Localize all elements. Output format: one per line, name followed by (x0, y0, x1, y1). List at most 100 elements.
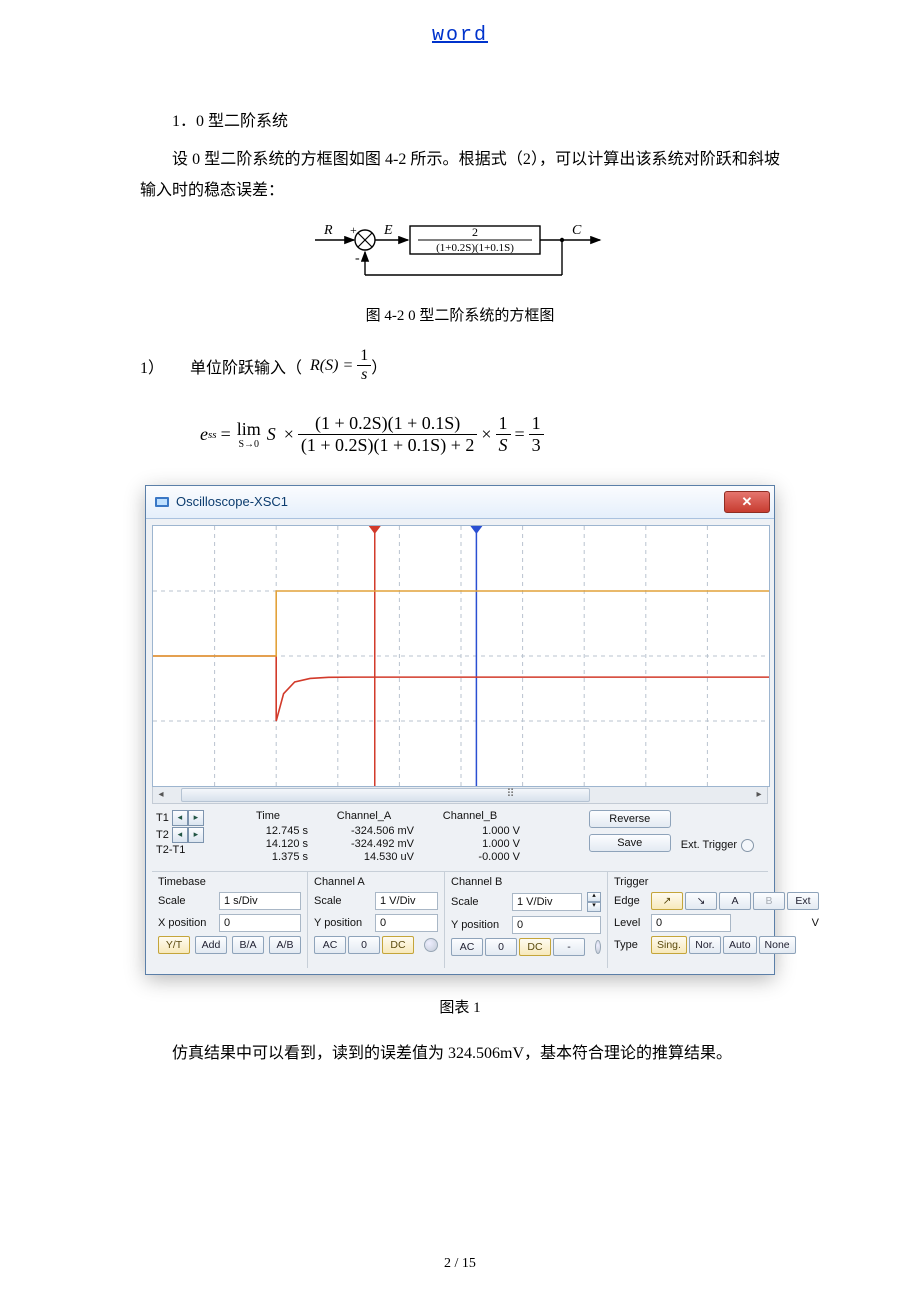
T2-label: T2 (156, 829, 169, 841)
cb-coup-btn-2[interactable]: DC (519, 938, 551, 956)
panel-trigger: Trigger Edge ↗↘ABExt Level 0 V Type Sing… (608, 872, 825, 968)
chB-scale-stepper[interactable]: ▴▾ (587, 892, 601, 912)
cb-coup-btn-0[interactable]: AC (451, 938, 483, 956)
reverse-button[interactable]: Reverse (589, 810, 671, 828)
scroll-right-icon[interactable]: ▸ (751, 788, 767, 802)
save-button[interactable]: Save (589, 834, 671, 852)
tr-edge-btn-0[interactable]: ↗ (651, 892, 683, 910)
ca-coup-btn-0[interactable]: AC (314, 936, 346, 954)
page-number: 2 / 15 (0, 1256, 920, 1272)
step-frac-bot: s (357, 366, 371, 384)
bd-den: (1+0.2S)(1+0.1S) (436, 242, 514, 254)
ess-times1: × (284, 424, 294, 445)
ess-lim: lim S→0 (237, 420, 261, 450)
trig-type-lbl: Type (614, 939, 646, 951)
readout-buttons: Reverse Save Ext. Trigger (589, 810, 764, 852)
chA-0: -324.506 mV (314, 825, 414, 837)
ext-trigger-indicator[interactable] (741, 839, 754, 852)
header-link-text[interactable]: word (432, 24, 488, 47)
section-title: 1．0 型二阶系统 (140, 107, 780, 137)
ess-f1t: (1 + 0.2S)(1 + 0.1S) (298, 414, 477, 435)
scope-screen[interactable] (152, 525, 770, 787)
chA-title: Channel A (314, 876, 438, 888)
ca-coup-btn-2[interactable]: DC (382, 936, 414, 954)
panel-timebase: Timebase Scale 1 s/Div X position 0 Y/TA… (152, 872, 308, 968)
step-frac-top: 1 (357, 347, 371, 366)
chB-1: 1.000 V (420, 838, 520, 850)
T2-right-button[interactable]: ▸ (188, 827, 204, 843)
chB-ypos-lbl: Y position (451, 919, 507, 931)
chA-scale-input[interactable]: 1 V/Div (375, 892, 438, 910)
trig-level-unit: V (803, 917, 819, 929)
scope-plot (153, 526, 769, 786)
chA-1: -324.492 mV (314, 838, 414, 850)
T2T1-label: T2-T1 (156, 844, 185, 856)
chB-0: 1.000 V (420, 825, 520, 837)
ess-frac2: 1 S (496, 414, 511, 455)
document-page: word 1．0 型二阶系统 设 0 型二阶系统的方框图如图 4-2 所示。根据… (0, 0, 920, 1302)
scroll-grip-icon: ⠿ (507, 787, 514, 800)
close-icon: ✕ (742, 494, 753, 510)
chB-ypos-input[interactable]: 0 (512, 916, 601, 934)
tr-edge-btn-4[interactable]: Ext (787, 892, 819, 910)
scroll-track[interactable]: ⠿ (169, 787, 751, 803)
trig-level-input[interactable]: 0 (651, 914, 731, 932)
scope-readout: T1 ◂▸ T2 ◂▸ T2-T1 Time 12.745 s 14.120 s… (152, 804, 768, 872)
tr-type-btn-3[interactable]: None (759, 936, 796, 954)
scope-body: ◂ ⠿ ▸ T1 ◂▸ T2 ◂▸ T2-T1 Time 12.745 s (146, 519, 774, 974)
ext-trigger: Ext. Trigger (681, 839, 754, 852)
chB-scale-input[interactable]: 1 V/Div (512, 893, 582, 911)
chA-scale-lbl: Scale (314, 895, 370, 907)
ess-f3t: 1 (529, 414, 544, 435)
scroll-thumb[interactable] (181, 788, 590, 802)
ess-frac1: (1 + 0.2S)(1 + 0.1S) (1 + 0.2S)(1 + 0.1S… (298, 414, 477, 455)
section-body: 设 0 型二阶系统的方框图如图 4-2 所示。根据式（2），可以计算出该系统对阶… (140, 145, 780, 206)
T1-left-button[interactable]: ◂ (172, 810, 188, 826)
chA-2: 14.530 uV (314, 851, 414, 863)
T1-label: T1 (156, 812, 169, 824)
chA-indicator[interactable] (424, 938, 438, 952)
chB-title: Channel B (451, 876, 601, 888)
ca-coup-btn-1[interactable]: 0 (348, 936, 380, 954)
ess-frac3: 1 3 (529, 414, 544, 455)
cb-coup-btn-1[interactable]: 0 (485, 938, 517, 956)
tb-xpos-input[interactable]: 0 (219, 914, 301, 932)
ess-f2t: 1 (496, 414, 511, 435)
ess-lhs: e (200, 424, 208, 445)
cb-coup-btn-3[interactable]: - (553, 938, 585, 956)
tb-scale-input[interactable]: 1 s/Div (219, 892, 301, 910)
T1-right-button[interactable]: ▸ (188, 810, 204, 826)
chB-scale-lbl: Scale (451, 896, 507, 908)
scroll-left-icon[interactable]: ◂ (153, 788, 169, 802)
chA-ypos-input[interactable]: 0 (375, 914, 438, 932)
tr-type-btn-0[interactable]: Sing. (651, 936, 687, 954)
chA-ypos-lbl: Y position (314, 917, 370, 929)
scope-titlebar[interactable]: Oscilloscope-XSC1 ✕ (146, 486, 774, 519)
tb-modes-btn-2[interactable]: B/A (232, 936, 264, 954)
ess-eq2: = (515, 424, 525, 445)
time-0: 12.745 s (228, 825, 308, 837)
T2-left-button[interactable]: ◂ (172, 827, 188, 843)
tb-modes-btn-3[interactable]: A/B (269, 936, 301, 954)
time-header: Time (228, 810, 308, 822)
scope-hscroll[interactable]: ◂ ⠿ ▸ (152, 787, 768, 804)
readout-chA: Channel_A -324.506 mV -324.492 mV 14.530… (314, 810, 418, 863)
step-index: 1） (140, 354, 190, 378)
tr-edge-btn-1[interactable]: ↘ (685, 892, 717, 910)
tr-type-btn-2[interactable]: Auto (723, 936, 757, 954)
scope-title-text: Oscilloscope-XSC1 (176, 494, 288, 509)
tr-type-btn-1[interactable]: Nor. (689, 936, 721, 954)
chA-header: Channel_A (314, 810, 414, 822)
step-input-line: 1） 单位阶跃输入（ R(S) = 1 s ） (140, 347, 780, 384)
tb-scale-lbl: Scale (158, 895, 214, 907)
chA-coupling: AC0DC (314, 936, 414, 954)
close-button[interactable]: ✕ (724, 491, 770, 513)
tr-edge-btn-2[interactable]: A (719, 892, 751, 910)
time-2: 1.375 s (228, 851, 308, 863)
tb-modes-btn-1[interactable]: Add (195, 936, 227, 954)
tr-edge-btn-3[interactable]: B (753, 892, 785, 910)
tb-modes-btn-0[interactable]: Y/T (158, 936, 190, 954)
readout-time: Time 12.745 s 14.120 s 1.375 s (228, 810, 312, 863)
oscilloscope-window: Oscilloscope-XSC1 ✕ ◂ ⠿ ▸ T1 ◂▸ T2 (146, 486, 774, 974)
chB-indicator[interactable] (595, 940, 601, 954)
